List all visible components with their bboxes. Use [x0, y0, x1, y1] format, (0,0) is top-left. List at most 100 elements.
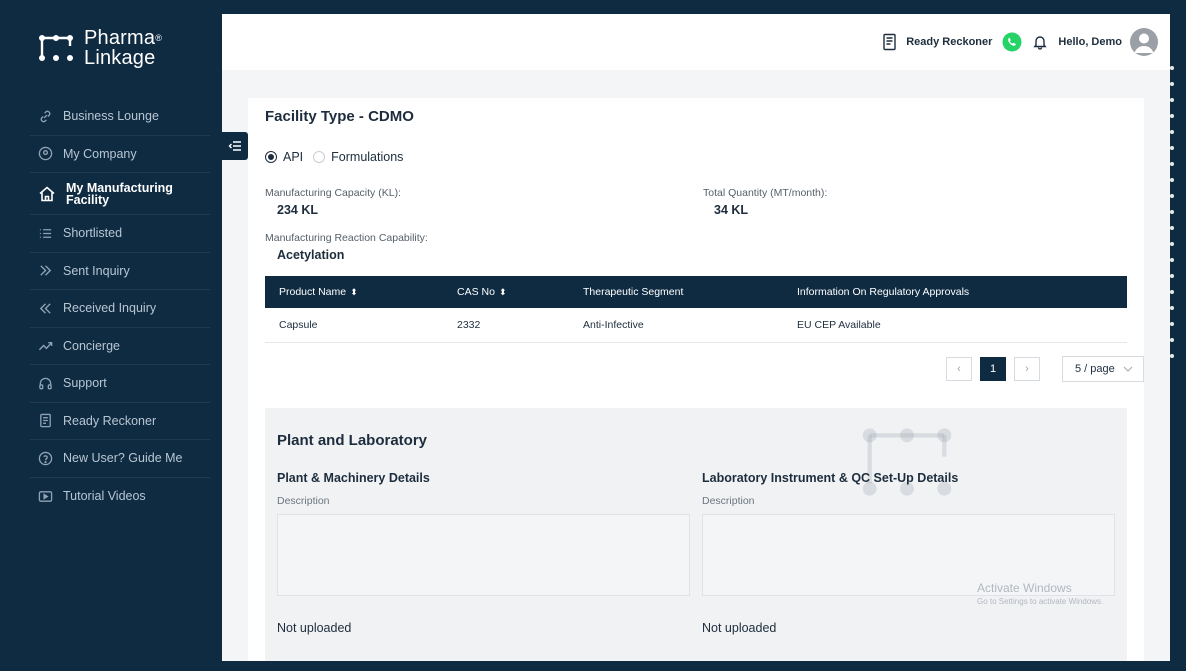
sidebar-item-my-company[interactable]: My Company	[30, 136, 210, 173]
sidebar-item-sent-inquiry[interactable]: Sent Inquiry	[30, 253, 210, 290]
double-chevron-right-icon	[40, 265, 52, 276]
sidebar-item-label: Tutorial Videos	[63, 489, 146, 504]
page-size-value: 5 / page	[1075, 363, 1115, 375]
sidebar-item-tutorial-videos[interactable]: Tutorial Videos	[30, 478, 210, 516]
radio-formulations-label: Formulations	[331, 150, 404, 164]
logo-mark-icon	[39, 35, 73, 61]
sidebar-item-label: New User? Guide Me	[63, 451, 183, 466]
capacity-value: 234 KL	[277, 203, 318, 217]
page-number-button[interactable]: 1	[980, 357, 1006, 381]
chevron-right-icon: ›	[1025, 363, 1029, 375]
lab-instrument-upload-status: Not uploaded	[702, 621, 777, 635]
total-quantity-label: Total Quantity (MT/month):	[703, 187, 828, 199]
avatar	[1130, 28, 1158, 56]
activate-windows-title: Activate Windows	[977, 581, 1072, 595]
column-header-therapeutic-segment: Therapeutic Segment	[569, 276, 783, 308]
lab-instrument-description-label: Description	[702, 495, 755, 507]
sidebar-item-ready-reckoner[interactable]: Ready Reckoner	[30, 403, 210, 440]
double-chevron-left-icon	[39, 303, 51, 314]
radio-api-indicator[interactable]	[265, 151, 277, 163]
table-header-row: Product Name ⬍ CAS No ⬍ Therapeutic Segmen…	[265, 276, 1127, 308]
sidebar-item-business-lounge[interactable]: Business Lounge	[30, 98, 210, 136]
document-icon	[883, 33, 896, 51]
table-cell: Anti-Infective	[569, 308, 783, 343]
ready-reckoner-link[interactable]: Ready Reckoner	[882, 33, 992, 51]
column-header-label: Information On Regulatory Approvals	[797, 286, 970, 298]
sidebar-item-shortlisted[interactable]: Shortlisted	[30, 215, 210, 253]
sort-icon[interactable]: ⬍	[499, 287, 507, 297]
plant-machinery-description-field[interactable]	[277, 514, 690, 596]
sidebar-item-received-inquiry[interactable]: Received Inquiry	[30, 290, 210, 328]
prev-page-button[interactable]: ‹	[946, 357, 972, 381]
pharma-linkage-logo[interactable]: Pharma® Linkage	[38, 28, 162, 68]
main-content: Ready Reckoner Hello, Demo Facility Type…	[222, 14, 1170, 661]
activate-windows-notice: Activate Windows Go to Settings to activ…	[977, 581, 1103, 606]
sidebar-item-label: Sent Inquiry	[63, 263, 130, 278]
pharma-linkage-watermark-logo	[859, 414, 955, 510]
user-menu[interactable]: Hello, Demo	[1058, 28, 1158, 56]
logo-text: Pharma® Linkage	[84, 28, 162, 68]
sidebar-item-new-user-guide[interactable]: New User? Guide Me	[30, 440, 210, 478]
column-header-product-name[interactable]: Product Name ⬍	[265, 276, 443, 308]
list-icon	[39, 228, 52, 238]
sidebar-item-label: Ready Reckoner	[63, 413, 157, 428]
radio-api[interactable]: API	[265, 150, 303, 164]
lab-instrument-title: Laboratory Instrument & QC Set-Up Detail…	[702, 471, 959, 485]
sidebar-collapse-button[interactable]	[222, 132, 248, 160]
table-row: Capsule 2332 Anti-Infective EU CEP Avail…	[265, 308, 1127, 343]
facility-product-type-radio-group: API Formulations	[265, 150, 403, 164]
capacity-label: Manufacturing Capacity (KL):	[265, 187, 401, 199]
radio-api-label: API	[283, 150, 304, 164]
page-size-select[interactable]: 5 / page	[1062, 356, 1144, 382]
activate-windows-subtitle: Go to Settings to activate Windows.	[977, 597, 1104, 606]
brand-line1: Pharma	[84, 27, 156, 49]
ready-reckoner-label: Ready Reckoner	[906, 36, 993, 48]
brand-registered-mark: ®	[155, 33, 163, 43]
home-icon	[39, 185, 55, 201]
column-header-regulatory-approvals: Information On Regulatory Approvals	[783, 276, 1127, 308]
sidebar-item-my-manufacturing-facility[interactable]: My Manufacturing Facility	[30, 173, 210, 215]
plant-laboratory-title: Plant and Laboratory	[277, 432, 428, 449]
sidebar-item-support[interactable]: Support	[30, 365, 210, 403]
radio-formulations[interactable]: Formulations	[313, 150, 403, 164]
sidebar-nav: Business Lounge My Company My Manufactur…	[30, 98, 210, 515]
sidebar-item-label: Support	[63, 376, 107, 391]
products-table: Product Name ⬍ CAS No ⬍ Therapeutic Segmen…	[265, 276, 1127, 343]
whatsapp-icon[interactable]	[1002, 32, 1022, 52]
link-icon	[40, 110, 51, 123]
facility-type-title: Facility Type - CDMO	[265, 108, 414, 125]
plant-machinery-title: Plant & Machinery Details	[277, 471, 430, 485]
sidebar-item-label: Received Inquiry	[63, 301, 157, 316]
column-header-label: CAS No	[457, 286, 495, 298]
document-icon	[40, 414, 51, 428]
top-header: Ready Reckoner Hello, Demo	[222, 14, 1170, 70]
sidebar-item-label: My Manufacturing Facility	[66, 180, 173, 207]
table-cell: 2332	[443, 308, 569, 343]
logo-mark-icon	[862, 428, 952, 496]
plant-laboratory-section: Plant and Laboratory Plant & Machinery D…	[265, 408, 1127, 661]
chevron-down-icon	[1123, 366, 1133, 372]
table-cell: EU CEP Available	[783, 308, 1127, 343]
sidebar-item-concierge[interactable]: Concierge	[30, 328, 210, 365]
trend-line-icon	[38, 342, 53, 351]
pagination: ‹ 1 › 5 / page	[946, 356, 1144, 382]
column-header-cas-no[interactable]: CAS No ⬍	[443, 276, 569, 308]
sidebar-item-label: Shortlisted	[63, 226, 123, 241]
brand-line2: Linkage	[84, 47, 156, 69]
sort-icon[interactable]: ⬍	[350, 287, 358, 297]
video-icon	[38, 490, 53, 502]
sidebar-item-label: My Company	[63, 146, 137, 161]
next-page-button[interactable]: ›	[1014, 357, 1040, 381]
sidebar-item-label: Concierge	[63, 338, 120, 353]
sidebar-item-label: Business Lounge	[63, 109, 159, 124]
sidebar: Pharma® Linkage Business Lounge My Compa…	[0, 0, 222, 671]
total-quantity-value: 34 KL	[714, 203, 749, 217]
menu-collapse-icon	[228, 141, 241, 151]
table-cell: Capsule	[265, 308, 443, 343]
reaction-capability-value: Acetylation	[277, 248, 345, 262]
plant-machinery-upload-status: Not uploaded	[277, 621, 352, 635]
user-greeting: Hello, Demo	[1058, 36, 1122, 48]
reaction-capability-label: Manufacturing Reaction Capability:	[265, 232, 428, 244]
bell-icon[interactable]	[1032, 34, 1048, 50]
radio-formulations-indicator[interactable]	[313, 151, 326, 163]
